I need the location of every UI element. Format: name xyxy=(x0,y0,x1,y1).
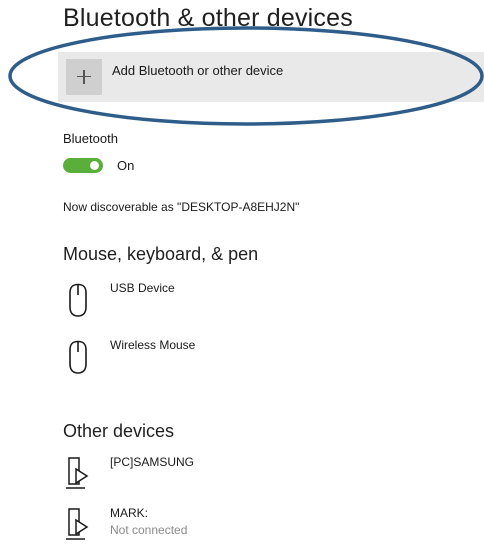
device-pc-samsung[interactable]: [PC]SAMSUNG xyxy=(63,455,443,499)
discoverable-text: Now discoverable as "DESKTOP-A8EHJ2N" xyxy=(63,200,300,214)
device-usb-device[interactable]: USB Device xyxy=(63,281,443,325)
bluetooth-label: Bluetooth xyxy=(63,131,118,146)
media-device-icon xyxy=(66,508,89,540)
bluetooth-toggle-state: On xyxy=(117,158,135,173)
device-name: USB Device xyxy=(110,281,175,295)
other-devices-heading: Other devices xyxy=(63,421,175,441)
page-title: Bluetooth & other devices xyxy=(63,4,353,32)
device-mark[interactable]: MARK: Not connected xyxy=(63,506,443,550)
device-wireless-mouse[interactable]: Wireless Mouse xyxy=(63,338,443,382)
device-status: Not connected xyxy=(110,523,188,537)
mouse-icon xyxy=(69,340,87,374)
plus-icon xyxy=(66,59,102,95)
media-device-icon xyxy=(66,457,89,489)
add-device-button[interactable]: Add Bluetooth or other device xyxy=(58,52,484,102)
device-name: Wireless Mouse xyxy=(110,338,196,352)
bluetooth-toggle[interactable] xyxy=(63,158,103,173)
mouse-keyboard-pen-heading: Mouse, keyboard, & pen xyxy=(63,244,259,264)
toggle-knob xyxy=(90,161,99,170)
device-name: MARK: xyxy=(110,506,149,520)
device-name: [PC]SAMSUNG xyxy=(110,455,195,469)
add-device-label: Add Bluetooth or other device xyxy=(112,63,284,78)
mouse-icon xyxy=(69,283,87,317)
